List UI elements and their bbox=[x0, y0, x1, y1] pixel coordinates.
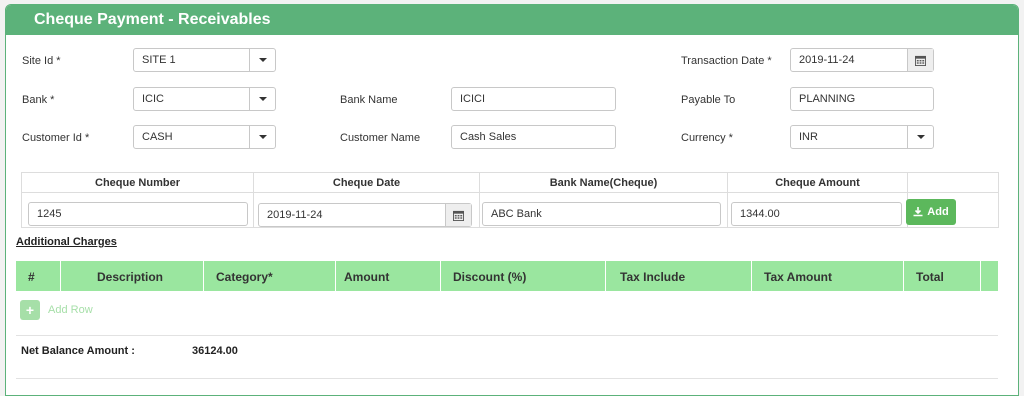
customer-id-select[interactable]: CASH bbox=[133, 125, 276, 149]
divider bbox=[16, 335, 998, 336]
currency-select[interactable]: INR bbox=[790, 125, 934, 149]
bank-label: Bank * bbox=[22, 94, 55, 106]
charges-grid-header: # Description Category* Amount Discount … bbox=[16, 261, 998, 291]
col-cheque-number: Cheque Number bbox=[22, 173, 254, 193]
col-bank-name-cheque: Bank Name(Cheque) bbox=[480, 173, 728, 193]
net-balance-value: 36124.00 bbox=[192, 345, 238, 357]
cheque-amount-field[interactable]: 1344.00 bbox=[731, 202, 902, 226]
col-action bbox=[981, 261, 998, 291]
col-discount: Discount (%) bbox=[441, 261, 606, 291]
customer-id-label: Customer Id * bbox=[22, 132, 90, 144]
col-description: Description bbox=[61, 261, 204, 291]
col-amount: Amount bbox=[336, 261, 441, 291]
bank-select[interactable]: ICIC bbox=[133, 87, 276, 111]
customer-name-field[interactable]: Cash Sales bbox=[451, 125, 616, 149]
payable-to-field[interactable]: PLANNING bbox=[790, 87, 934, 111]
plus-icon: + bbox=[20, 300, 40, 320]
download-icon bbox=[913, 207, 923, 217]
col-action bbox=[908, 173, 998, 193]
add-cheque-button[interactable]: Add bbox=[906, 199, 956, 225]
bank-name-label: Bank Name bbox=[340, 94, 398, 106]
site-id-label: Site Id * bbox=[22, 55, 61, 67]
net-balance-label: Net Balance Amount : bbox=[21, 345, 135, 357]
divider bbox=[16, 378, 998, 379]
transaction-date-field[interactable]: 2019-11-24 bbox=[790, 48, 934, 72]
chevron-down-icon bbox=[907, 126, 933, 148]
add-row-button[interactable]: + Add Row bbox=[20, 300, 93, 320]
currency-label: Currency * bbox=[681, 132, 733, 144]
col-category: Category* bbox=[204, 261, 336, 291]
customer-name-label: Customer Name bbox=[340, 132, 421, 144]
calendar-icon[interactable] bbox=[445, 204, 471, 226]
chevron-down-icon bbox=[249, 88, 275, 110]
transaction-date-label: Transaction Date * bbox=[681, 55, 772, 67]
cheque-bank-name-field[interactable]: ABC Bank bbox=[482, 202, 721, 226]
calendar-icon[interactable] bbox=[907, 49, 933, 71]
page-title: Cheque Payment - Receivables bbox=[6, 5, 1018, 35]
payable-to-label: Payable To bbox=[681, 94, 736, 106]
cheque-date-field[interactable]: 2019-11-24 bbox=[258, 203, 472, 227]
additional-charges-title: Additional Charges bbox=[16, 236, 117, 248]
col-index: # bbox=[16, 261, 61, 291]
col-cheque-date: Cheque Date bbox=[254, 173, 480, 193]
col-cheque-amount: Cheque Amount bbox=[728, 173, 908, 193]
bank-name-field[interactable]: ICICI bbox=[451, 87, 616, 111]
col-total: Total bbox=[904, 261, 981, 291]
chevron-down-icon bbox=[249, 126, 275, 148]
col-tax-include: Tax Include bbox=[606, 261, 752, 291]
site-id-select[interactable]: SITE 1 bbox=[133, 48, 276, 72]
chevron-down-icon bbox=[249, 49, 275, 71]
col-tax-amount: Tax Amount bbox=[752, 261, 904, 291]
cheque-number-field[interactable]: 1245 bbox=[28, 202, 248, 226]
